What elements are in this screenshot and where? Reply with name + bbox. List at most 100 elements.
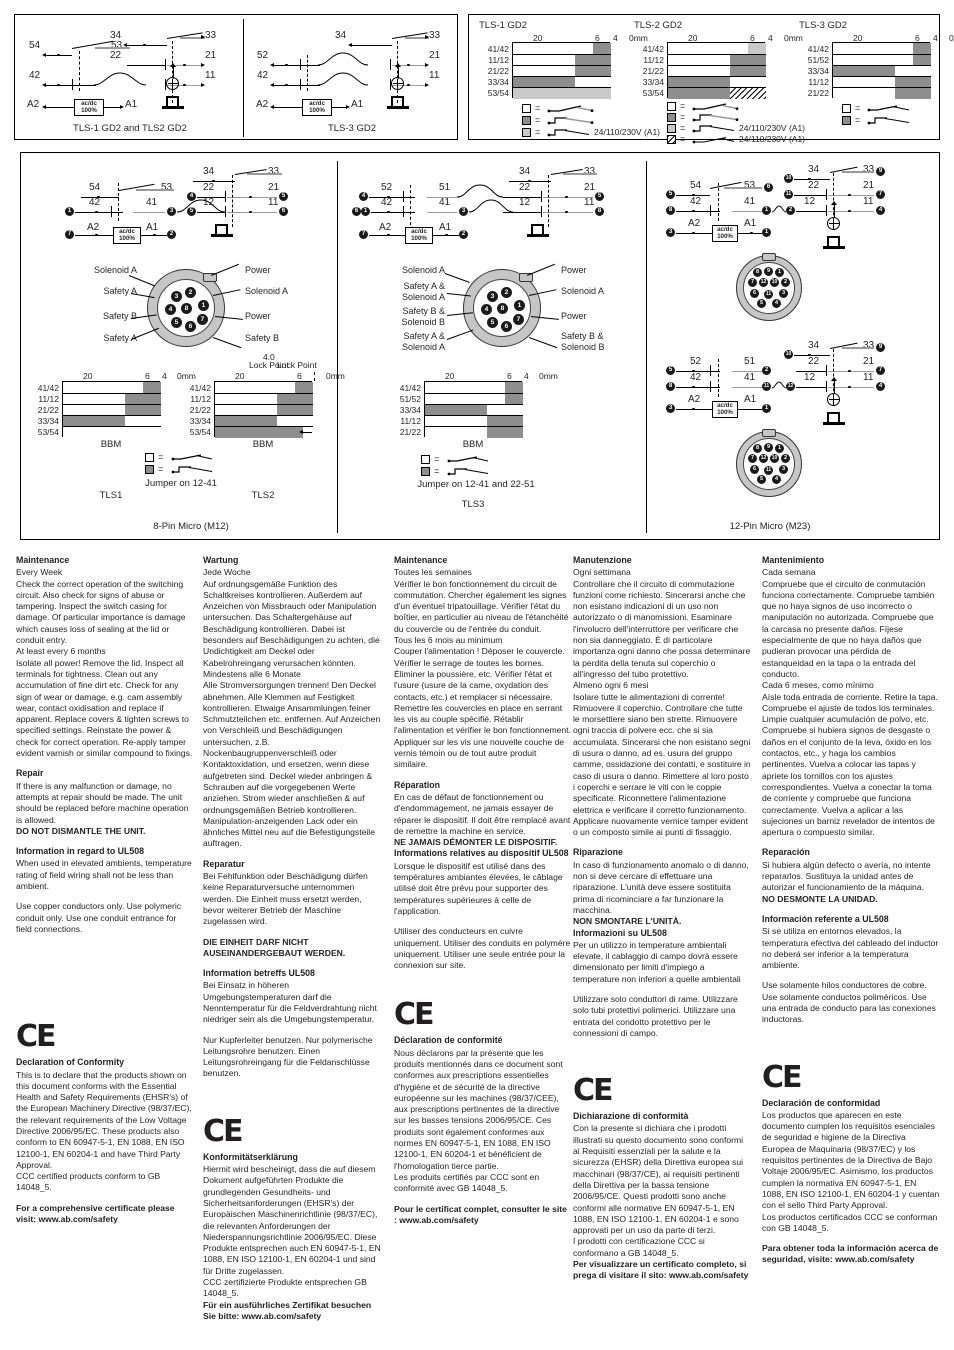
terminal-a2: A2	[688, 218, 701, 229]
subheading-sixmonth: Cada 6 meses, como mínimo	[762, 680, 874, 691]
terminal-12: 12	[203, 197, 215, 208]
connector-label-right: Power	[561, 311, 587, 321]
connector-pin: 1	[775, 444, 784, 453]
terminal-53: 53	[161, 182, 173, 193]
terminal-22: 22	[110, 50, 122, 61]
terminal-42: 42	[257, 70, 269, 81]
legend-equals: =	[535, 103, 541, 113]
legend-swatch-dark	[667, 113, 676, 122]
legend-equals: =	[434, 466, 440, 476]
body-declaration: Hiermit wird bescheinigt, dass die auf d…	[203, 1164, 381, 1276]
connector-pin: 6	[750, 465, 759, 474]
connector-pin: 10	[770, 454, 779, 463]
footer-certificate-link[interactable]: For a comprehensive certificate please v…	[16, 1203, 194, 1226]
heading-declaration: Declaración de conformidad	[762, 1097, 881, 1108]
subheading-weekly: Every Week	[16, 567, 63, 578]
key-actuator-icon	[823, 411, 845, 425]
footer-certificate-link[interactable]: Pour le certificat complet, consulter le…	[394, 1204, 572, 1227]
caption-tls3-gd2: TLS-3 GD2	[327, 123, 377, 134]
connector-pin: 4	[772, 299, 781, 308]
circuit-m23: 34 33 10 9 54 53 5 6 22 21 11 7 42 41 8 …	[648, 153, 941, 541]
heading-repair: Reparación	[762, 847, 810, 858]
body-weekly: Controllare che il circuito di commutazi…	[573, 578, 751, 679]
terminal-42: 42	[29, 70, 41, 81]
row-label: 21/22	[642, 66, 664, 76]
terminal-52: 52	[257, 50, 269, 61]
connector-pin: 12	[759, 454, 768, 463]
terminal-11: 11	[205, 70, 216, 81]
legend-symbol-nc-volt-icon	[692, 125, 735, 133]
legend-swatch-hatch	[667, 135, 676, 144]
connector-pin: 2	[781, 278, 790, 287]
chart-grid	[62, 381, 161, 438]
connector-label-left: Safety A & Solenoid A	[401, 331, 445, 352]
legend-swatch-light	[667, 124, 676, 133]
connector-pin: 4	[481, 304, 492, 315]
row-label: 21/22	[189, 405, 211, 415]
legend-equals: =	[680, 101, 686, 111]
terminal-a1: A1	[146, 222, 159, 233]
terminal-a1: A1	[744, 218, 757, 229]
connector-pin: 1	[198, 300, 209, 311]
footer-certificate-link[interactable]: Für ein ausführliches Zertifikat besuche…	[203, 1300, 381, 1323]
connector-label-left: Solenoid A	[93, 265, 137, 275]
tick-4: 4	[768, 33, 773, 43]
heading-ul508: Informazioni su UL508	[573, 927, 667, 938]
subheading-sixmonth: Mindestens alle 6 Monate	[203, 668, 301, 679]
body-ul508-conductors: Utilizzare solo conduttori di rame. Util…	[573, 993, 738, 1038]
pin-3: 3	[459, 207, 468, 216]
body-weekly: Compruebe que el circuito de conmutación…	[762, 578, 935, 679]
body-declaration-ccc: CCC certified products conform to GB 140…	[16, 1171, 161, 1193]
body-ul508: Bei Einsatz in höheren Umgebungstemperat…	[203, 980, 377, 1025]
pin-9: 9	[876, 167, 885, 176]
legend-swatch-dark	[145, 465, 154, 474]
pin-8: 8	[666, 206, 675, 215]
connector-pin: 11	[764, 290, 773, 299]
chart-footer-bbm: BBM	[252, 439, 274, 450]
terminal-41: 41	[439, 197, 451, 208]
pin-3: 3	[167, 207, 176, 216]
circuit-tls1-tls2-micro: 34 33 54 53 22 21 4 5 42 41 1 3 12 11 5 …	[21, 153, 345, 541]
panel-divider	[337, 161, 338, 533]
caption-tls1-tls2-gd2: TLS-1 GD2 and TLS2 GD2	[73, 123, 187, 134]
tick-4: 4	[162, 371, 167, 381]
heading-ul508: Informations relatives au dispositif UL5…	[394, 848, 569, 859]
footer-certificate-link[interactable]: Para obtener toda la información acerca …	[762, 1243, 940, 1266]
body-ul508-conductors: Utiliser des conducteurs en cuivre uniqu…	[394, 926, 571, 971]
legend-symbol-no-icon	[692, 103, 739, 111]
terminal-33: 33	[584, 166, 596, 177]
heading-declaration: Declaration of Conformity	[16, 1057, 125, 1068]
terminal-33: 33	[863, 340, 875, 351]
connector-pin: 3	[171, 291, 182, 302]
lock-point-marker	[314, 372, 315, 381]
subheading-weekly: Jede Woche	[203, 567, 251, 578]
lock-point-label: Lock Point	[277, 360, 317, 370]
tick-0mm: 0mm	[629, 33, 648, 43]
terminal-33: 33	[205, 30, 217, 41]
legend-symbol-nc-icon	[447, 468, 489, 476]
caption-12pin-micro: 12-Pin Micro (M23)	[729, 521, 811, 532]
chart-title: TLS-3 GD2	[799, 20, 848, 31]
pin-4: 4	[359, 192, 368, 201]
heading-declaration: Dichiarazione di conformità	[573, 1111, 689, 1122]
warning-do-not-dismantle: DO NOT DISMANTLE THE UNIT.	[16, 825, 146, 836]
body-declaration-ccc: I prodotti con certificazione CCC si con…	[573, 1236, 705, 1258]
terminal-a1: A1	[351, 99, 364, 110]
connector-label-left: Safety A & Solenoid A	[401, 281, 445, 302]
subheading-sixmonth: At least every 6 months	[16, 646, 106, 657]
panel-gd2-timing-charts: TLS-1 GD2 20 6 4 0mm 41/42 11/12 21/22 3…	[468, 14, 954, 144]
connector-pin: 7	[197, 314, 208, 325]
terminal-a2: A2	[87, 222, 100, 233]
body-declaration: This is to declare that the products sho…	[16, 1069, 192, 1170]
pin-10: 10	[784, 174, 793, 183]
pin-2: 2	[167, 230, 176, 239]
body-ul508: Si se utiliza en entornos elevados, la t…	[762, 926, 939, 971]
terminal-34: 34	[808, 340, 820, 351]
legend-swatch-white	[842, 104, 851, 113]
pin-5: 5	[187, 207, 196, 216]
body-weekly: Auf ordnungsgemäße Funktion des Schaltkr…	[203, 578, 380, 668]
terminal-33: 33	[863, 164, 875, 175]
terminal-21: 21	[863, 180, 875, 191]
footer-certificate-link[interactable]: Per visualizzare un certificato completo…	[573, 1259, 751, 1282]
connector-pin: 10	[770, 278, 779, 287]
